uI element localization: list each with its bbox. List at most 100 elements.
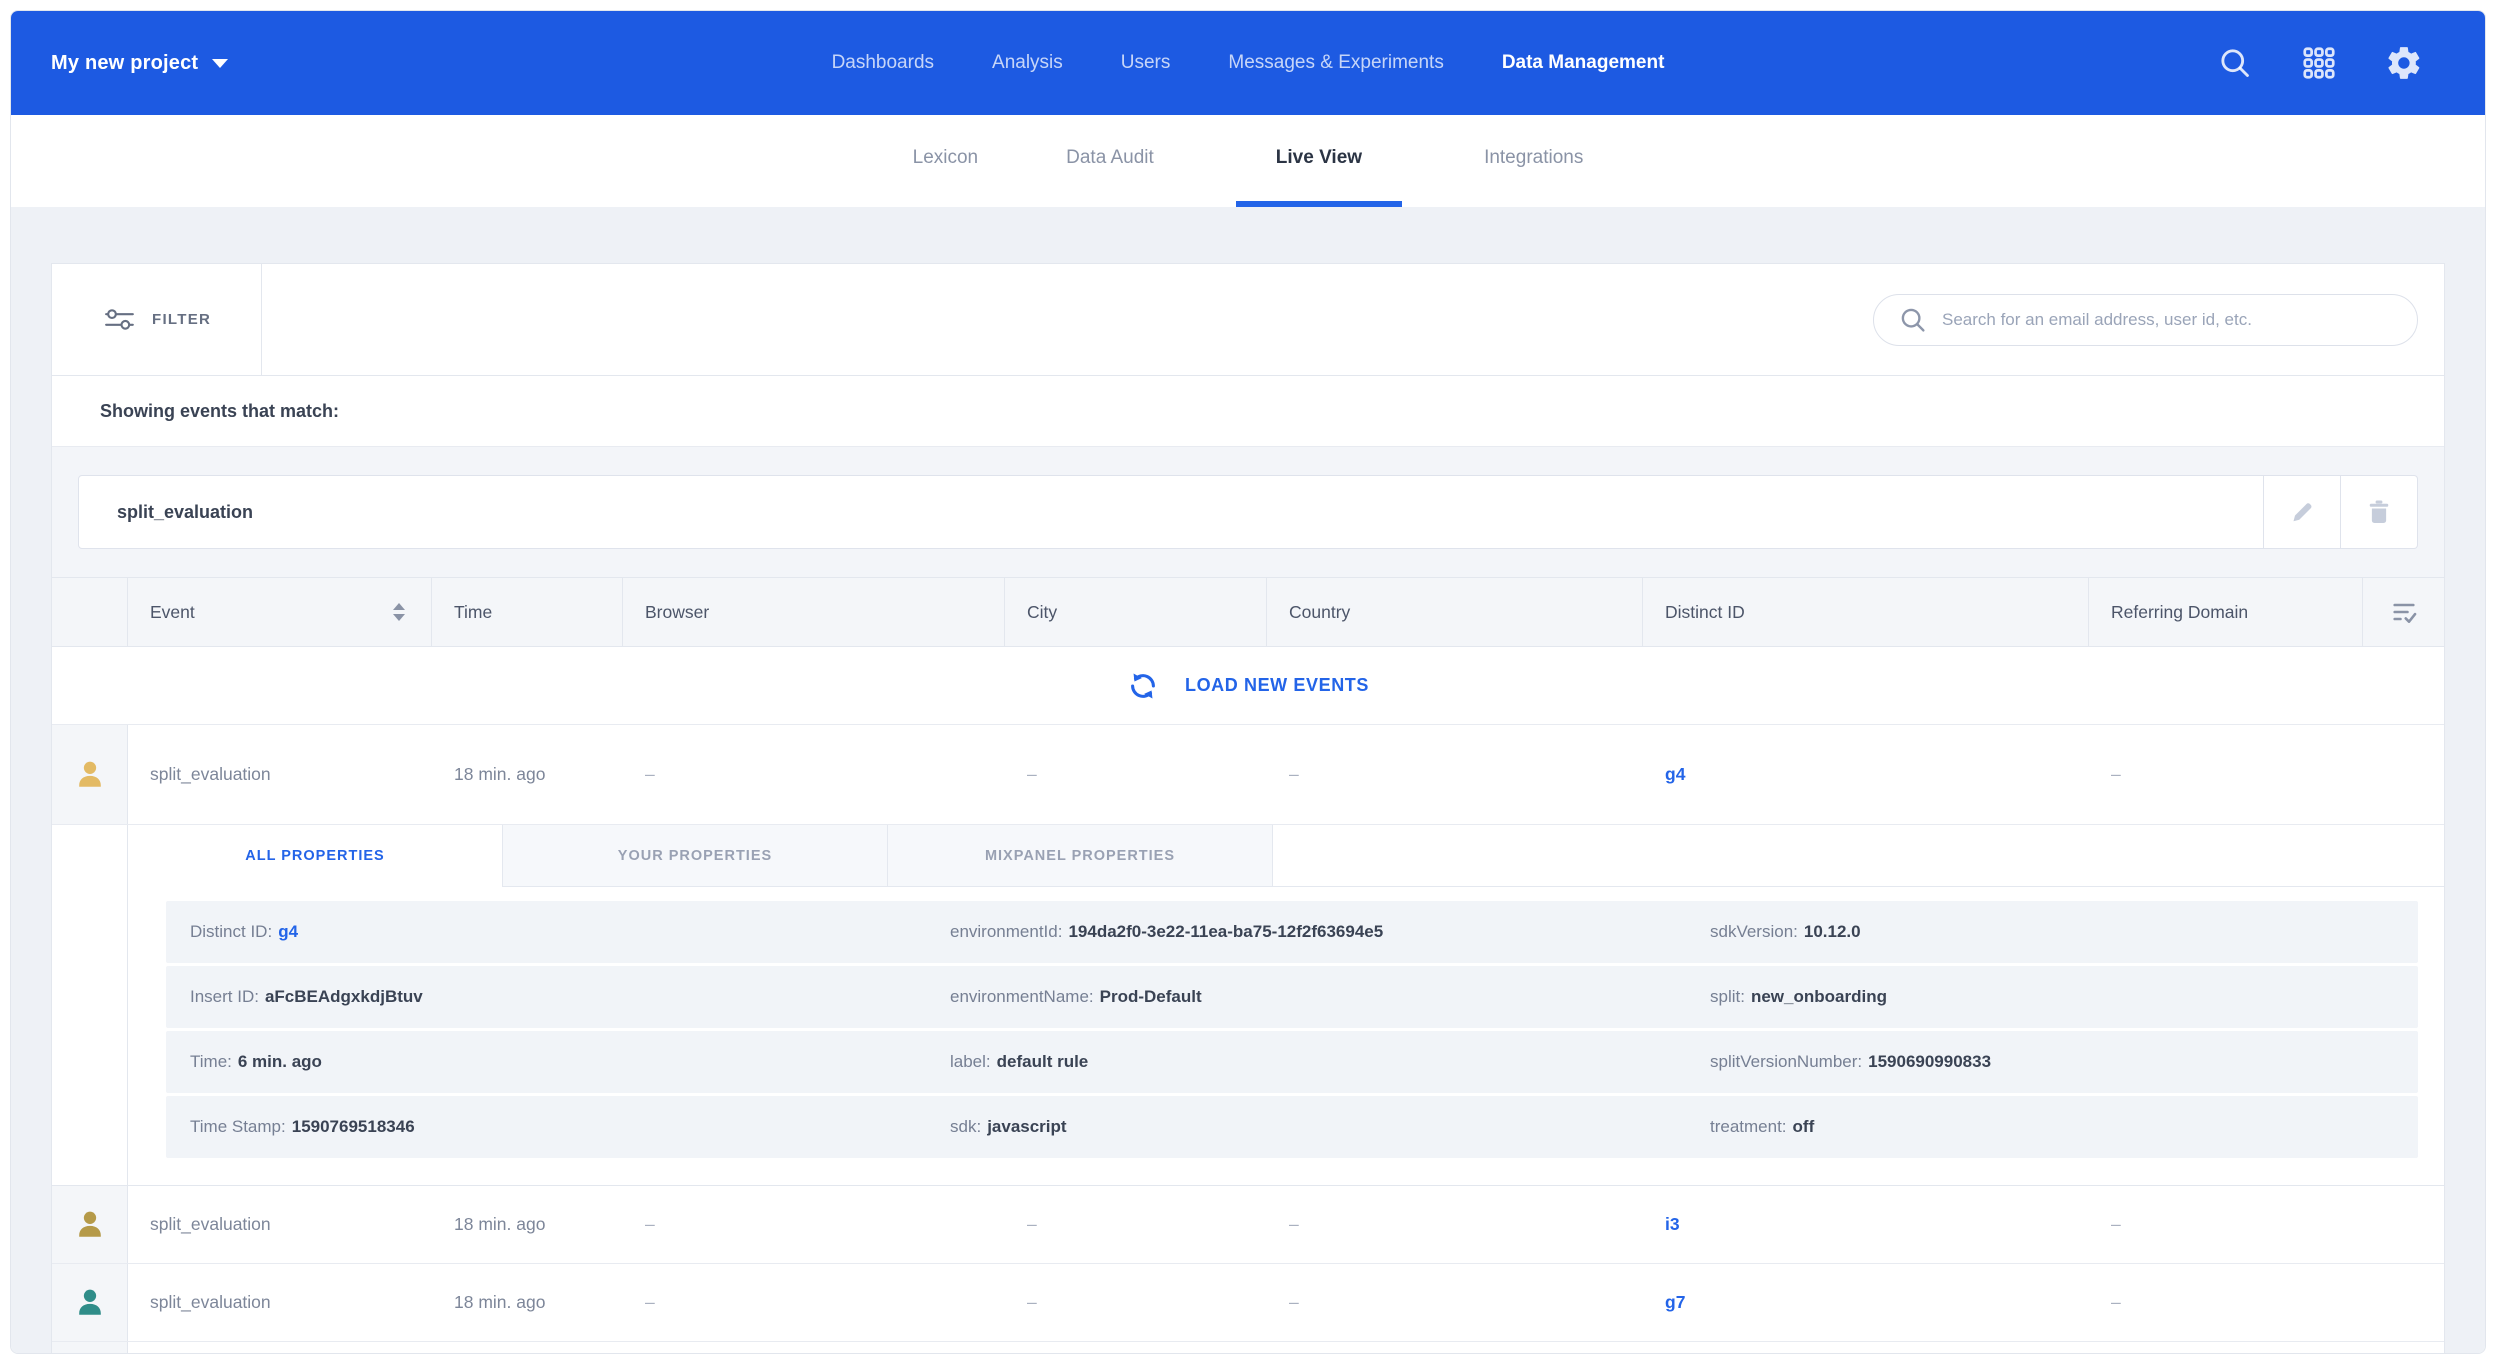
header-gutter xyxy=(52,578,128,646)
tab-integrations[interactable]: Integrations xyxy=(1478,115,1589,207)
edit-filter-button[interactable] xyxy=(2264,475,2341,549)
row-gutter xyxy=(52,1264,128,1341)
cell-city: – xyxy=(1005,725,1267,824)
event-row[interactable]: split_evaluation 18 min. ago – – – i3 – xyxy=(52,1186,2444,1264)
tab-lexicon[interactable]: Lexicon xyxy=(907,115,985,207)
header-referring-domain[interactable]: Referring Domain xyxy=(2089,578,2363,646)
column-settings-icon xyxy=(2390,598,2418,626)
person-icon xyxy=(72,1285,108,1321)
cell-time: 18 min. ago xyxy=(432,1186,623,1263)
search-input[interactable] xyxy=(1942,310,2393,330)
tab-live-view[interactable]: Live View xyxy=(1236,115,1402,207)
main-nav: Dashboards Analysis Users Messages & Exp… xyxy=(832,11,1665,115)
events-table-header: Event Time Browser City Country Distinct… xyxy=(52,577,2444,647)
header-browser[interactable]: Browser xyxy=(623,578,1005,646)
tab-mixpanel-properties[interactable]: MIXPANEL PROPERTIES xyxy=(888,825,1273,887)
search-icon[interactable] xyxy=(2217,45,2253,81)
property-row: Insert ID:aFcBEAdgxkdjBtuv environmentNa… xyxy=(166,966,2418,1028)
load-new-events-button[interactable]: LOAD NEW EVENTS xyxy=(52,647,2444,725)
cell-browser: – xyxy=(623,1264,1005,1341)
event-row[interactable]: split_evaluation 18 min. ago – – – g4 – xyxy=(52,725,2444,825)
event-filter-strip: split_evaluation xyxy=(52,446,2444,577)
event-row[interactable]: split_evaluation 18 min. ago – – – g7 – xyxy=(52,1264,2444,1342)
showing-events-row: Showing events that match: xyxy=(52,376,2444,446)
cell-event: split_evaluation xyxy=(128,1264,432,1341)
row-gutter xyxy=(52,725,128,824)
delete-filter-button[interactable] xyxy=(2341,475,2418,549)
cell-referring-domain: – xyxy=(2089,725,2363,824)
properties-tabs: ALL PROPERTIES YOUR PROPERTIES MIXPANEL … xyxy=(128,825,2444,887)
properties-gutter xyxy=(52,825,128,1185)
distinct-id-link[interactable]: g4 xyxy=(1665,764,1685,785)
content-area: FILTER Showing events that match: split_… xyxy=(11,207,2485,1353)
nav-data-management[interactable]: Data Management xyxy=(1502,52,1665,74)
header-time[interactable]: Time xyxy=(432,578,623,646)
pencil-icon xyxy=(2287,497,2317,527)
tab-your-properties[interactable]: YOUR PROPERTIES xyxy=(503,825,888,887)
distinct-id-link[interactable]: g4 xyxy=(278,922,298,941)
cell-country: – xyxy=(1267,725,1643,824)
trash-icon xyxy=(2364,497,2394,527)
cell-country: – xyxy=(1267,1264,1643,1341)
cell-country: – xyxy=(1267,1186,1643,1263)
load-new-events-label: LOAD NEW EVENTS xyxy=(1185,675,1369,696)
data-management-tabs: Lexicon Data Audit Live View Integration… xyxy=(11,115,2485,207)
property-row: Time:6 min. ago label:default rule split… xyxy=(166,1031,2418,1093)
tab-all-properties[interactable]: ALL PROPERTIES xyxy=(128,825,503,887)
filter-toolbar: FILTER xyxy=(52,264,2444,376)
filter-button[interactable]: FILTER xyxy=(52,264,262,375)
cell-distinct-id: i3 xyxy=(1643,1186,2089,1263)
filter-button-label: FILTER xyxy=(152,311,211,328)
screenshot: My new project Dashboards Analysis Users… xyxy=(0,0,2496,1364)
nav-users[interactable]: Users xyxy=(1121,52,1171,74)
event-filter-chip[interactable]: split_evaluation xyxy=(78,475,2264,549)
distinct-id-link[interactable]: i3 xyxy=(1665,1214,1680,1235)
nav-dashboards[interactable]: Dashboards xyxy=(832,52,934,74)
app-window: My new project Dashboards Analysis Users… xyxy=(10,10,2486,1354)
project-selector[interactable]: My new project xyxy=(51,52,228,75)
header-distinct-id[interactable]: Distinct ID xyxy=(1643,578,2089,646)
cell-city: – xyxy=(1005,1264,1267,1341)
cell-event: split_evaluation xyxy=(128,725,432,824)
project-name: My new project xyxy=(51,52,198,75)
cell-distinct-id: g7 xyxy=(1643,1264,2089,1341)
sort-icon[interactable] xyxy=(393,603,405,621)
apps-grid-icon[interactable] xyxy=(2301,45,2337,81)
cell-time: 18 min. ago xyxy=(432,1264,623,1341)
row-gutter xyxy=(52,1186,128,1263)
distinct-id-link[interactable]: g7 xyxy=(1665,1292,1685,1313)
search-icon xyxy=(1898,305,1928,335)
nav-messages-experiments[interactable]: Messages & Experiments xyxy=(1228,52,1443,74)
showing-events-label: Showing events that match: xyxy=(100,401,339,422)
properties-tabs-filler xyxy=(1273,825,2444,887)
cell-referring-domain: – xyxy=(2089,1186,2363,1263)
property-row: Time Stamp:1590769518346 sdk:javascript … xyxy=(166,1096,2418,1158)
live-view-panel: FILTER Showing events that match: split_… xyxy=(51,263,2445,1353)
cell-city: – xyxy=(1005,1186,1267,1263)
property-row: Distinct ID:g4 environmentId:194da2f0-3e… xyxy=(166,901,2418,963)
cell-referring-domain: – xyxy=(2089,1264,2363,1341)
search-field[interactable] xyxy=(1873,294,2418,346)
header-city[interactable]: City xyxy=(1005,578,1267,646)
header-event[interactable]: Event xyxy=(128,578,432,646)
top-navigation-bar: My new project Dashboards Analysis Users… xyxy=(11,11,2485,115)
refresh-icon xyxy=(1127,670,1159,702)
tab-data-audit[interactable]: Data Audit xyxy=(1060,115,1160,207)
cell-distinct-id: g4 xyxy=(1643,725,2089,824)
event-row-partial xyxy=(52,1342,2444,1353)
gear-icon[interactable] xyxy=(2385,44,2423,82)
event-filter-value: split_evaluation xyxy=(117,502,253,523)
cell-browser: – xyxy=(623,1186,1005,1263)
person-icon xyxy=(72,757,108,793)
properties-grid: Distinct ID:g4 environmentId:194da2f0-3e… xyxy=(128,901,2444,1158)
cell-event: split_evaluation xyxy=(128,1186,432,1263)
caret-down-icon xyxy=(212,59,228,68)
nav-analysis[interactable]: Analysis xyxy=(992,52,1063,74)
cell-time: 18 min. ago xyxy=(432,725,623,824)
event-properties-panel: ALL PROPERTIES YOUR PROPERTIES MIXPANEL … xyxy=(52,825,2444,1186)
person-icon xyxy=(72,1207,108,1243)
topbar-icon-group xyxy=(2217,11,2423,115)
filter-icon xyxy=(104,307,136,333)
header-country[interactable]: Country xyxy=(1267,578,1643,646)
column-settings-button[interactable] xyxy=(2363,578,2444,646)
